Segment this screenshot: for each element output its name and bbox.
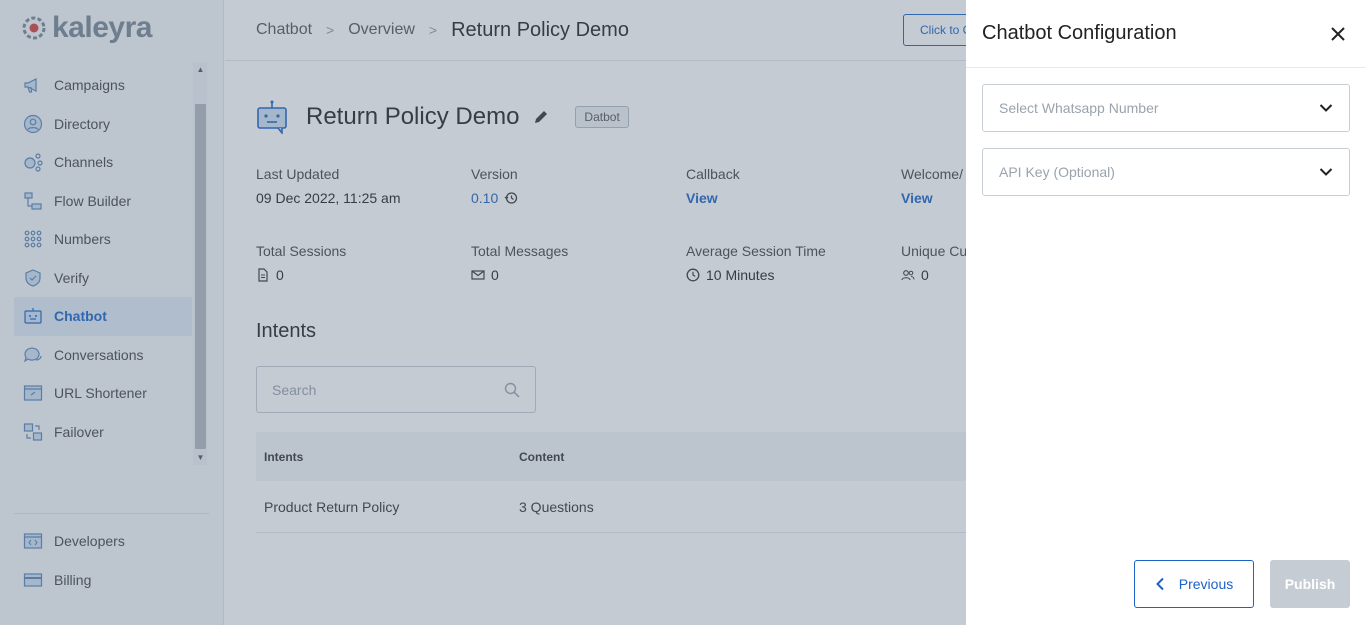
chevron-down-icon[interactable] (1319, 167, 1333, 177)
chatbot-configuration-drawer: Chatbot Configuration Select Whatsapp Nu… (966, 0, 1366, 625)
publish-button[interactable]: Publish (1270, 560, 1350, 608)
chevron-down-icon[interactable] (1319, 103, 1333, 113)
modal-backdrop[interactable] (0, 0, 966, 625)
chevron-left-icon (1155, 577, 1164, 591)
drawer-title: Chatbot Configuration (982, 22, 1177, 44)
api-key-select[interactable]: API Key (Optional) (982, 148, 1350, 196)
select-placeholder: API Key (Optional) (999, 164, 1115, 180)
whatsapp-number-select[interactable]: Select Whatsapp Number (982, 84, 1350, 132)
close-icon[interactable] (1330, 26, 1346, 42)
drawer-header: Chatbot Configuration (966, 0, 1366, 68)
close-button[interactable] (1326, 22, 1350, 46)
select-placeholder: Select Whatsapp Number (999, 100, 1159, 116)
previous-button-label: Previous (1178, 576, 1234, 592)
previous-button[interactable]: Previous (1134, 560, 1254, 608)
